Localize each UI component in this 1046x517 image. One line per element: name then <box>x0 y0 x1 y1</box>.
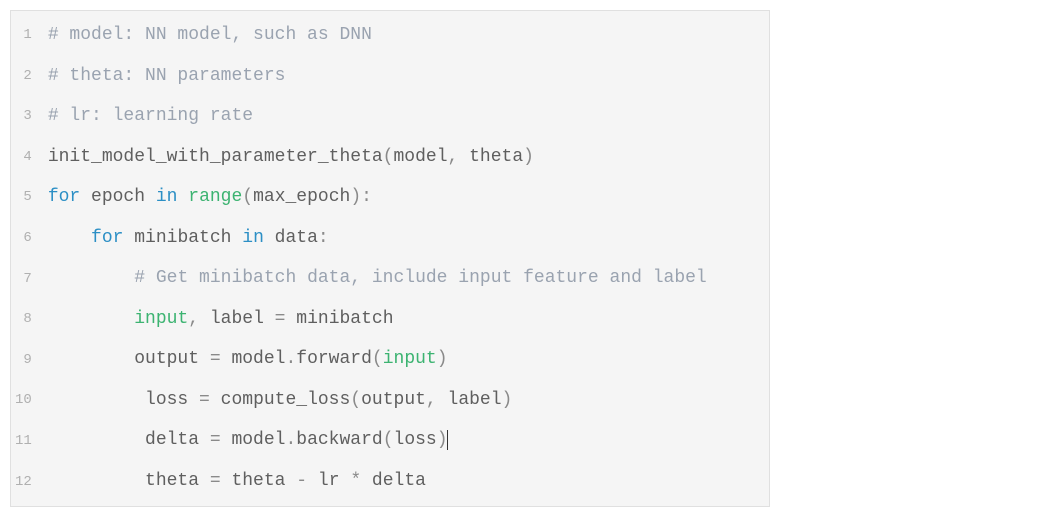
code-token: , <box>426 390 448 410</box>
code-line: for minibatch in data: <box>48 218 769 259</box>
code-token: output <box>361 390 426 410</box>
code-token: * <box>350 471 361 491</box>
code-line: input, label = minibatch <box>48 299 769 340</box>
code-token: minibatch <box>285 309 393 329</box>
code-token: , <box>448 147 470 167</box>
code-token: ( <box>383 147 394 167</box>
code-token: for <box>48 187 80 207</box>
code-token: # model: NN model, such as DNN <box>48 25 372 45</box>
line-number: 9 <box>15 340 32 381</box>
code-token: output <box>48 349 210 369</box>
code-token <box>48 268 134 288</box>
code-token <box>48 309 134 329</box>
code-token: theta <box>221 471 297 491</box>
code-token: . <box>285 430 296 450</box>
code-token: ) <box>523 147 534 167</box>
code-token: for <box>91 228 123 248</box>
code-token: model <box>221 349 286 369</box>
code-content[interactable]: # model: NN model, such as DNN # theta: N… <box>40 11 769 506</box>
code-token: init_model_with_parameter_theta <box>48 147 383 167</box>
line-number: 10 <box>15 380 32 421</box>
text-cursor <box>447 430 448 450</box>
code-token: backward <box>296 430 382 450</box>
code-token: model <box>393 147 447 167</box>
code-token: = <box>210 471 221 491</box>
line-number: 5 <box>15 177 32 218</box>
code-line: loss = compute_loss(output, label) <box>48 380 769 421</box>
line-number-gutter: 123456789101112 <box>11 11 40 506</box>
line-number: 3 <box>15 96 32 137</box>
code-token: data <box>264 228 318 248</box>
code-token: = <box>210 349 221 369</box>
code-token <box>48 228 91 248</box>
code-token: delta <box>48 430 210 450</box>
line-number: 4 <box>15 137 32 178</box>
code-token: theta <box>48 471 210 491</box>
code-token: input <box>383 349 437 369</box>
code-token: label <box>210 309 275 329</box>
code-token: minibatch <box>123 228 242 248</box>
code-token: ( <box>242 187 253 207</box>
code-token: ( <box>372 349 383 369</box>
code-token: epoch <box>80 187 156 207</box>
line-number: 12 <box>15 462 32 503</box>
code-token: lr <box>307 471 350 491</box>
line-number: 6 <box>15 218 32 259</box>
code-token: . <box>285 349 296 369</box>
code-token: ( <box>350 390 361 410</box>
line-number: 8 <box>15 299 32 340</box>
line-number: 7 <box>15 259 32 300</box>
code-token: ( <box>383 430 394 450</box>
code-line: for epoch in range(max_epoch): <box>48 177 769 218</box>
code-line: # model: NN model, such as DNN <box>48 15 769 56</box>
code-line: delta = model.backward(loss) <box>48 420 769 461</box>
code-token: = <box>199 390 210 410</box>
code-token: # Get minibatch data, include input feat… <box>134 268 707 288</box>
code-token: input <box>134 309 188 329</box>
code-token: loss <box>394 430 437 450</box>
code-token: forward <box>296 349 372 369</box>
code-token: delta <box>361 471 426 491</box>
code-token: model <box>221 430 286 450</box>
code-line: init_model_with_parameter_theta(model, t… <box>48 137 769 178</box>
code-token: loss <box>48 390 199 410</box>
code-token: in <box>242 228 264 248</box>
code-token: - <box>296 471 307 491</box>
code-token: = <box>275 309 286 329</box>
line-number: 1 <box>15 15 32 56</box>
code-token: max_epoch <box>253 187 350 207</box>
code-token: ) <box>437 349 448 369</box>
code-token: label <box>448 390 502 410</box>
code-token: range <box>188 187 242 207</box>
code-line: # theta: NN parameters <box>48 56 769 97</box>
code-line: output = model.forward(input) <box>48 339 769 380</box>
line-number: 11 <box>15 421 32 462</box>
code-token <box>177 187 188 207</box>
code-token: # theta: NN parameters <box>48 66 286 86</box>
code-token: = <box>210 430 221 450</box>
code-token: compute_loss <box>210 390 350 410</box>
code-token: ): <box>350 187 372 207</box>
code-token: ) <box>502 390 513 410</box>
code-token: theta <box>469 147 523 167</box>
code-line: # Get minibatch data, include input feat… <box>48 258 769 299</box>
code-block: 123456789101112 # model: NN model, such … <box>10 10 770 507</box>
line-number: 2 <box>15 56 32 97</box>
code-token: # lr: learning rate <box>48 106 253 126</box>
code-token: , <box>188 309 210 329</box>
code-token: : <box>318 228 329 248</box>
code-token: in <box>156 187 178 207</box>
code-line: # lr: learning rate <box>48 96 769 137</box>
code-line: theta = theta - lr * delta <box>48 461 769 502</box>
